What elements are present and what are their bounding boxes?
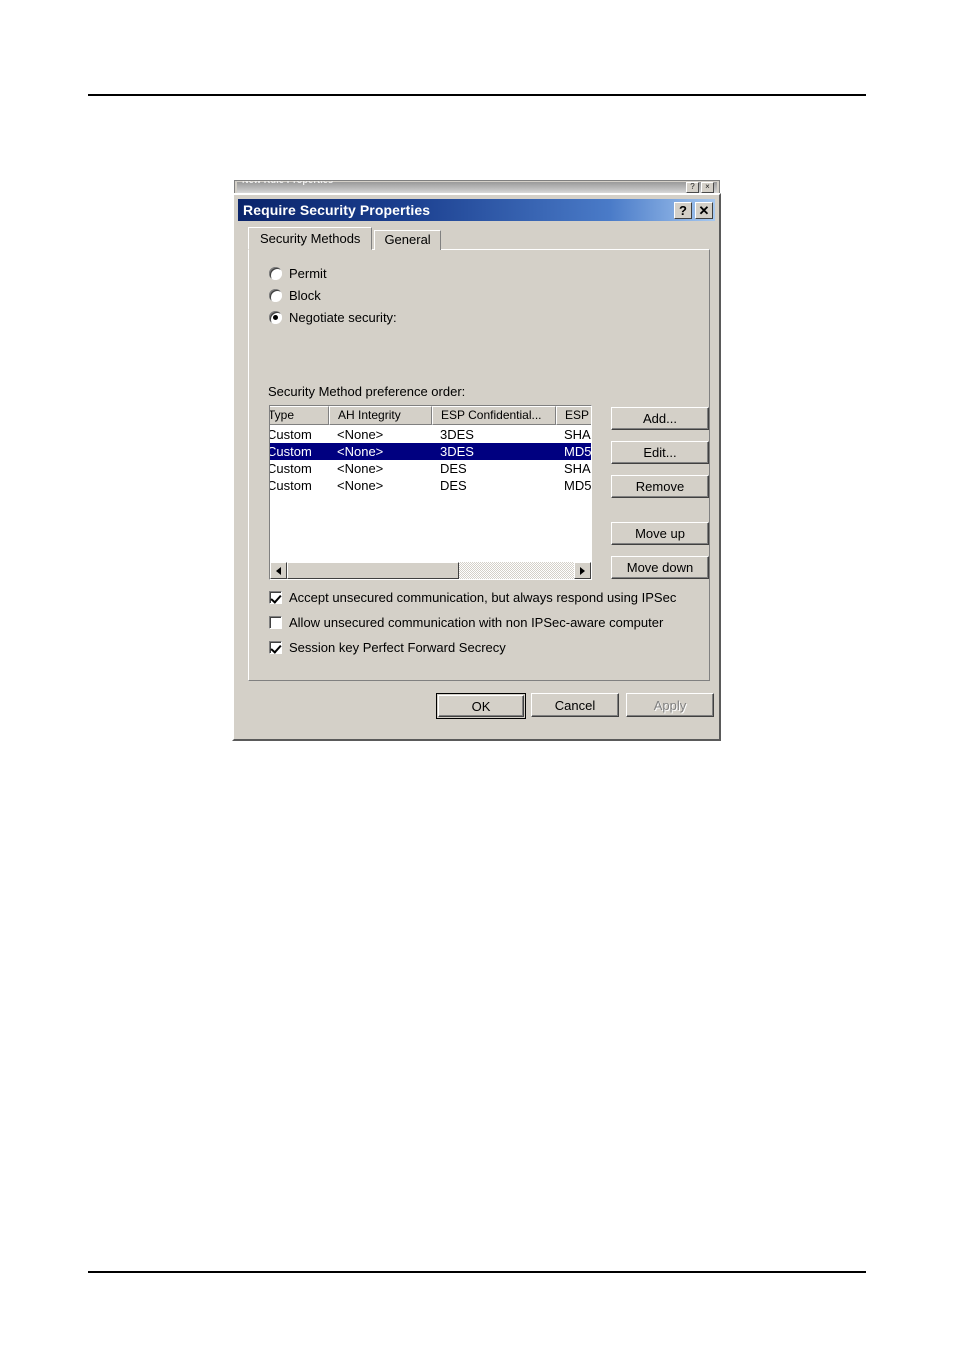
background-window-title: New Rule Properties xyxy=(242,180,334,185)
cell-ah-integrity: <None> xyxy=(337,427,384,442)
background-window-sysbuttons: ? × xyxy=(686,182,714,193)
move-up-button[interactable]: Move up xyxy=(611,522,709,545)
edit-button[interactable]: Edit... xyxy=(611,441,709,464)
cell-ah-integrity: <None> xyxy=(337,478,384,493)
listview-rows: Custom <None> 3DES SHA Custom <None> 3DE… xyxy=(269,426,592,494)
require-security-properties-dialog: Require Security Properties ? ✕ Security… xyxy=(232,193,721,741)
apply-button: Apply xyxy=(626,693,714,717)
cell-esp-integrity: MD5 xyxy=(564,444,592,459)
scrollbar-thumb[interactable] xyxy=(287,562,459,579)
scroll-left-arrow-icon[interactable] xyxy=(270,562,287,579)
column-header-esp-integrity[interactable]: ESP xyxy=(556,406,591,425)
radio-negotiate-security-label: Negotiate security: xyxy=(289,310,397,325)
column-header-type[interactable]: Type xyxy=(270,406,329,425)
checkbox-session-key-pfs[interactable]: Session key Perfect Forward Secrecy xyxy=(269,640,506,655)
radio-block-indicator xyxy=(269,289,282,302)
cell-type: Custom xyxy=(269,427,312,442)
tab-page-security-methods: Permit Block Negotiate security: Securit… xyxy=(248,249,710,681)
dialog-titlebar[interactable]: Require Security Properties ? ✕ xyxy=(238,199,715,221)
checkbox-allow-unsecured-label: Allow unsecured communication with non I… xyxy=(289,615,664,630)
cell-type: Custom xyxy=(269,478,312,493)
radio-permit-indicator xyxy=(269,267,282,280)
cell-ah-integrity: <None> xyxy=(337,461,384,476)
radio-block-label: Block xyxy=(289,288,321,303)
checkbox-allow-unsecured-communication[interactable]: Allow unsecured communication with non I… xyxy=(269,615,663,630)
cell-esp-integrity: SHA xyxy=(564,427,591,442)
checkbox-allow-unsecured-indicator xyxy=(269,616,282,629)
tab-strip: Security Methods General xyxy=(248,227,443,250)
scrollbar-track[interactable] xyxy=(287,562,574,579)
checkbox-accept-unsecured-communication[interactable]: Accept unsecured communication, but alwa… xyxy=(269,590,676,605)
table-row[interactable]: Custom <None> DES MD5 xyxy=(269,477,592,494)
checkbox-session-key-pfs-label: Session key Perfect Forward Secrecy xyxy=(289,640,506,655)
column-header-ah-integrity[interactable]: AH Integrity xyxy=(329,406,432,425)
cell-esp-confidentiality: 3DES xyxy=(440,427,474,442)
move-down-button[interactable]: Move down xyxy=(611,556,709,579)
ok-button-label: OK xyxy=(438,695,524,717)
radio-permit[interactable]: Permit xyxy=(269,266,327,281)
remove-button[interactable]: Remove xyxy=(611,475,709,498)
preference-order-label: Security Method preference order: xyxy=(268,384,466,399)
listview-header-row: Type AH Integrity ESP Confidential... ES… xyxy=(270,406,591,425)
tab-security-methods[interactable]: Security Methods xyxy=(248,227,373,250)
dialog-title: Require Security Properties xyxy=(243,202,431,218)
listview-horizontal-scrollbar[interactable] xyxy=(270,562,591,579)
radio-negotiate-security-indicator xyxy=(269,311,282,324)
dialog-sysbuttons: ? ✕ xyxy=(674,201,713,219)
table-row[interactable]: Custom <None> 3DES SHA xyxy=(269,426,591,443)
checkbox-session-key-pfs-indicator xyxy=(269,641,282,654)
table-row[interactable]: Custom <None> 3DES MD5 xyxy=(269,443,592,460)
checkbox-accept-unsecured-label: Accept unsecured communication, but alwa… xyxy=(289,590,677,605)
cell-esp-confidentiality: DES xyxy=(440,461,467,476)
cell-esp-integrity: MD5 xyxy=(564,478,592,493)
radio-permit-label: Permit xyxy=(289,266,327,281)
table-row[interactable]: Custom <None> DES SHA xyxy=(269,460,591,477)
tab-general[interactable]: General xyxy=(374,230,441,250)
scroll-right-arrow-icon[interactable] xyxy=(574,562,591,579)
cell-ah-integrity: <None> xyxy=(337,444,384,459)
help-icon[interactable]: ? xyxy=(674,201,692,219)
cell-esp-integrity: SHA xyxy=(564,461,591,476)
radio-block[interactable]: Block xyxy=(269,288,321,303)
add-button[interactable]: Add... xyxy=(611,407,709,430)
cancel-button[interactable]: Cancel xyxy=(531,693,619,717)
column-header-esp-confidentiality[interactable]: ESP Confidential... xyxy=(432,406,556,425)
security-methods-listview[interactable]: Type AH Integrity ESP Confidential... ES… xyxy=(269,405,592,580)
background-close-icon[interactable]: × xyxy=(701,182,714,193)
background-help-icon[interactable]: ? xyxy=(686,182,699,193)
cell-type: Custom xyxy=(269,461,312,476)
cell-esp-confidentiality: DES xyxy=(440,478,467,493)
cell-type: Custom xyxy=(269,444,312,459)
page-footer-rule xyxy=(88,1271,866,1273)
page-header-rule xyxy=(88,94,866,96)
ok-button[interactable]: OK xyxy=(436,693,526,719)
close-icon[interactable]: ✕ xyxy=(695,201,713,219)
radio-negotiate-security[interactable]: Negotiate security: xyxy=(269,310,397,325)
cell-esp-confidentiality: 3DES xyxy=(440,444,474,459)
dialog-inner-frame: Require Security Properties ? ✕ Security… xyxy=(234,195,719,739)
checkbox-accept-unsecured-indicator xyxy=(269,591,282,604)
